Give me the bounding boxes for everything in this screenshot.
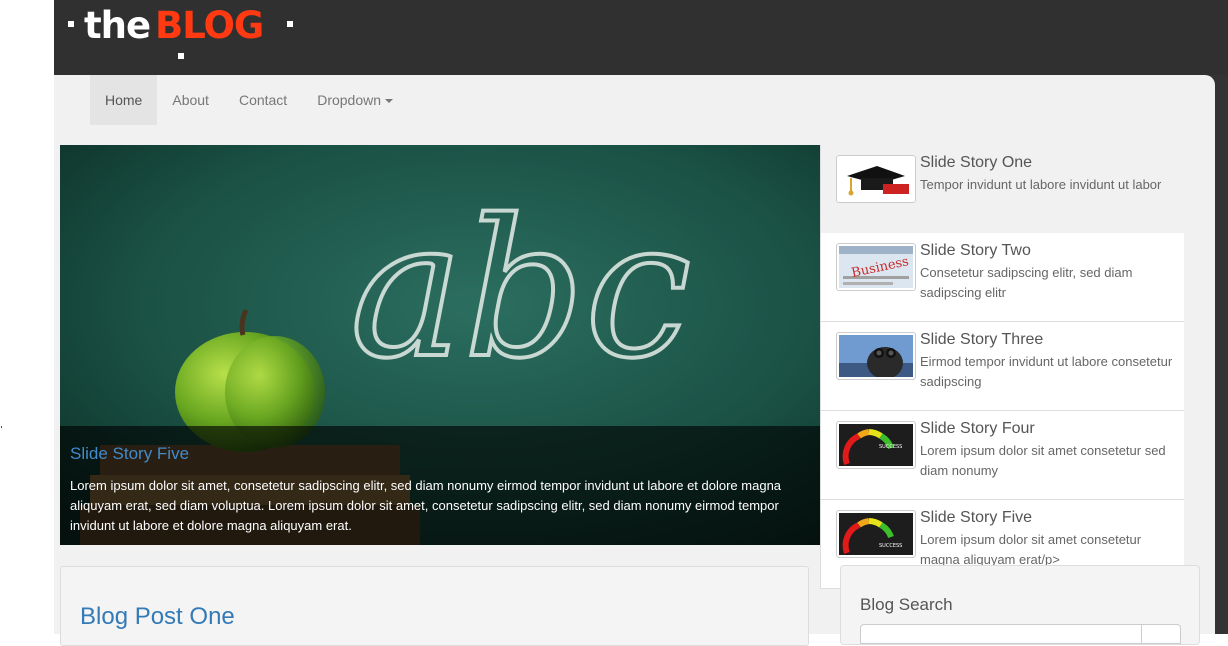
story-item-two[interactable]: Business Slide Story Two Consetetur sadi…: [821, 233, 1184, 322]
story-title: Slide Story Four: [920, 420, 1035, 437]
logo-blog-text: BLOG: [155, 4, 264, 47]
graduation-cap-icon: [836, 155, 916, 203]
main-nav: Home About Contact Dropdown: [90, 75, 408, 125]
story-item-four[interactable]: SUCCESS Slide Story Four Lorem ipsum dol…: [821, 411, 1184, 500]
site-header: the BLOG: [54, 0, 1228, 75]
blog-post-card: Blog Post One: [60, 566, 809, 646]
caption-text: Lorem ipsum dolor sit amet, consetetur s…: [70, 478, 782, 533]
logo-the-text: the: [84, 4, 151, 47]
chalk-letters: abc: [350, 179, 691, 400]
nav-contact[interactable]: Contact: [224, 75, 302, 125]
nav-label: Home: [105, 92, 143, 108]
story-text: Eirmod tempor invidunt ut labore consete…: [920, 354, 1173, 389]
thumb-success-label: SUCCESS: [879, 543, 902, 549]
featured-slider[interactable]: abc Slide Story Five Lorem ipsum dolor s…: [60, 145, 820, 545]
story-title: Slide Story Five: [920, 509, 1033, 526]
story-item-three[interactable]: Slide Story Three Eirmod tempor invidunt…: [821, 322, 1184, 411]
binoculars-man-icon: [836, 332, 916, 380]
story-title: Slide Story One: [920, 154, 1033, 171]
nav-home[interactable]: Home: [90, 75, 158, 125]
blog-post-title[interactable]: Blog Post One: [80, 603, 235, 631]
story-text: Consetetur sadipscing elitr, sed diam sa…: [920, 265, 1133, 300]
success-gauge-icon: SUCCESS: [836, 421, 916, 469]
business-newspaper-icon: Business: [836, 243, 916, 291]
search-button[interactable]: [1141, 624, 1181, 644]
nav-label: About: [172, 92, 209, 108]
success-gauge-icon: SUCCESS: [836, 510, 916, 558]
slider-caption: Slide Story Five Lorem ipsum dolor sit a…: [60, 426, 820, 545]
story-text: Tempor invidunt ut labore invidunt ut la…: [920, 177, 1162, 192]
page-frame: the BLOG Home About Contact Dropdown abc…: [54, 0, 1228, 646]
blog-search-panel: Blog Search: [840, 565, 1200, 645]
story-item-one[interactable]: Slide Story One Tempor invidunt ut labor…: [821, 145, 1184, 234]
logo-square: [178, 53, 184, 59]
thumb-success-label: SUCCESS: [879, 444, 902, 450]
story-title: Slide Story Two: [920, 242, 1031, 259]
main-content: Home About Contact Dropdown abc Slide St…: [54, 75, 1215, 646]
nav-about[interactable]: About: [157, 75, 224, 125]
story-text: Lorem ipsum dolor sit amet consetetur se…: [920, 443, 1166, 478]
search-input[interactable]: [860, 624, 1141, 644]
logo-square: [287, 21, 293, 27]
nav-dropdown[interactable]: Dropdown: [302, 75, 408, 125]
slide-story-list: Slide Story One Tempor invidunt ut labor…: [820, 145, 1184, 589]
search-panel-title: Blog Search: [860, 595, 953, 614]
caption-title[interactable]: Slide Story Five: [70, 444, 189, 464]
nav-label: Contact: [238, 92, 288, 108]
nav-label: Dropdown: [317, 92, 382, 108]
stray-dot: [1, 426, 2, 428]
story-text: Lorem ipsum dolor sit amet consetetur ma…: [920, 532, 1142, 567]
story-title: Slide Story Three: [920, 331, 1044, 348]
logo-square: [68, 21, 74, 27]
caret-down-icon: [385, 99, 394, 104]
